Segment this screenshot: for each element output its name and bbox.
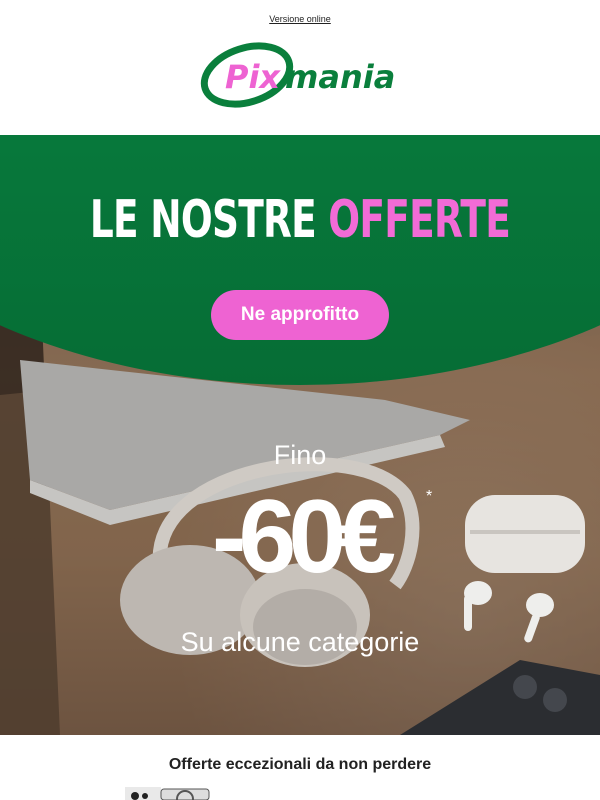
- online-version-link[interactable]: Versione online: [0, 14, 600, 24]
- pixmania-logo[interactable]: Pix mania: [199, 42, 401, 108]
- earbud-right: [526, 593, 554, 617]
- hero-banner[interactable]: LE NOSTRE OFFERTE Ne approfitto Fino -60…: [0, 135, 600, 735]
- email-header: Versione online Pix mania: [0, 0, 600, 135]
- discount-asterisk: *: [426, 488, 433, 505]
- product-thumbnail-camera[interactable]: [125, 787, 211, 800]
- cta-button[interactable]: Ne approfitto: [211, 290, 389, 340]
- discount-amount: -60€: [211, 479, 396, 595]
- headline-pink-text: OFFERTE: [328, 190, 511, 250]
- section-title: Offerte eccezionali da non perdere: [168, 756, 432, 773]
- fino-text: Fino: [273, 440, 327, 470]
- categories-text: Su alcune categorie: [180, 627, 420, 657]
- logo-mania-text: mania: [285, 58, 395, 96]
- hero-headline: LE NOSTRE OFFERTE: [84, 190, 516, 250]
- logo-pix-text: Pix: [225, 58, 281, 96]
- green-arc-shape: [0, 135, 600, 385]
- headline-white-text: LE NOSTRE: [89, 190, 329, 250]
